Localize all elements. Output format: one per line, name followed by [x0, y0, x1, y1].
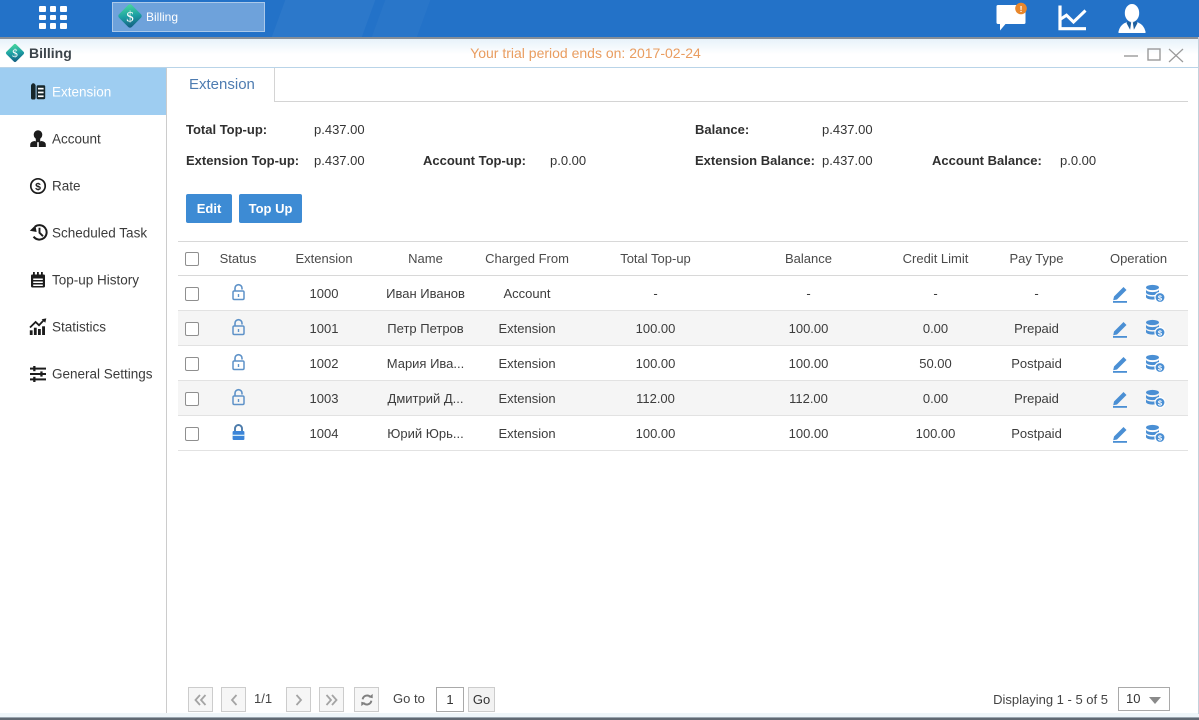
- svg-text:$: $: [126, 10, 134, 26]
- svg-text:!: !: [1020, 4, 1023, 14]
- svg-text:$: $: [35, 181, 41, 193]
